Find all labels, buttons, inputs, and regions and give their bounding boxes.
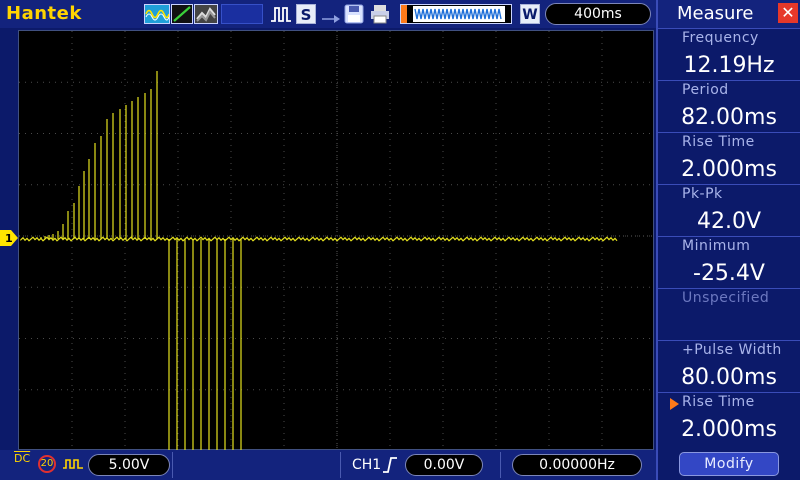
trigger-frequency: 0.00000Hz — [512, 454, 642, 476]
bandwidth-limit-icon[interactable]: 20 — [38, 455, 56, 473]
waveform-display[interactable] — [18, 30, 655, 451]
measure-slot-4[interactable]: Pk-Pk 42.0V — [658, 184, 800, 236]
dc-coupling-icon[interactable]: DC — [14, 453, 30, 464]
print-icon[interactable] — [370, 4, 390, 28]
bottom-status-bar: DC 20 5.00V CH1 0.00V 0.00000Hz — [0, 450, 656, 480]
close-button[interactable]: ✕ — [778, 3, 798, 23]
panel-header: Measure ✕ — [658, 0, 800, 28]
measure-slot-1[interactable]: Frequency 12.19Hz — [658, 28, 800, 80]
measure-label: Unspecified — [682, 290, 770, 306]
measure-label: +Pulse Width — [682, 342, 782, 358]
measure-slot-5[interactable]: Minimum -25.4V — [658, 236, 800, 288]
measure-value: 82.00ms — [681, 105, 777, 130]
measure-slot-2[interactable]: Period 82.00ms — [658, 80, 800, 132]
measure-panel: Measure ✕ Frequency 12.19Hz Period 82.00… — [656, 0, 800, 480]
modify-button[interactable]: Modify — [679, 452, 779, 476]
measure-label: Minimum — [682, 238, 751, 254]
selected-arrow-icon — [670, 398, 679, 410]
run-icon[interactable] — [270, 5, 292, 27]
measure-label: Pk-Pk — [682, 186, 723, 202]
measure-value: 80.00ms — [681, 365, 777, 390]
divider — [172, 452, 173, 478]
ground-marker-icon[interactable]: 1 — [0, 230, 18, 246]
top-status-bar: Hantek S W 400ms — [0, 0, 656, 28]
save-icon[interactable] — [344, 4, 364, 28]
slope-icon[interactable] — [171, 4, 193, 24]
divider — [340, 452, 341, 478]
measure-value: 12.19Hz — [683, 53, 775, 78]
measure-label: Rise Time — [682, 134, 755, 150]
measure-label: Frequency — [682, 30, 759, 46]
trigger-position-icon[interactable] — [400, 4, 512, 24]
measure-value: 2.000ms — [681, 417, 777, 442]
menu-indicator — [221, 4, 263, 24]
waveform-icon[interactable] — [144, 4, 170, 24]
measure-value: -25.4V — [693, 261, 765, 286]
panel-title: Measure — [677, 3, 754, 24]
acquisition-mode-button[interactable]: W — [520, 4, 540, 24]
measure-value: 2.000ms — [681, 157, 777, 182]
measure-value: 42.0V — [696, 209, 762, 234]
brand-logo: Hantek — [6, 3, 82, 24]
rising-edge-icon[interactable] — [382, 456, 398, 478]
ac-icon — [62, 456, 84, 476]
divider — [500, 452, 501, 478]
timebase-display[interactable]: 400ms — [545, 3, 651, 25]
measure-label: Rise Time — [682, 394, 755, 410]
measure-slot-6[interactable]: Unspecified — [658, 288, 800, 340]
measure-slot-8[interactable]: Rise Time 2.000ms — [658, 392, 800, 444]
run-mode-button[interactable]: S — [296, 4, 316, 24]
measure-label: Period — [682, 82, 729, 98]
measure-slot-3[interactable]: Rise Time 2.000ms — [658, 132, 800, 184]
svg-text:1: 1 — [5, 232, 13, 245]
usb-icon — [322, 9, 340, 23]
waveform-trace — [20, 236, 618, 242]
measure-slot-7[interactable]: +Pulse Width 80.00ms — [658, 340, 800, 392]
ch1-scale[interactable]: 5.00V — [88, 454, 170, 476]
trigger-level[interactable]: 0.00V — [405, 454, 483, 476]
trigger-source[interactable]: CH1 — [352, 457, 381, 473]
persistence-icon[interactable] — [194, 4, 218, 24]
